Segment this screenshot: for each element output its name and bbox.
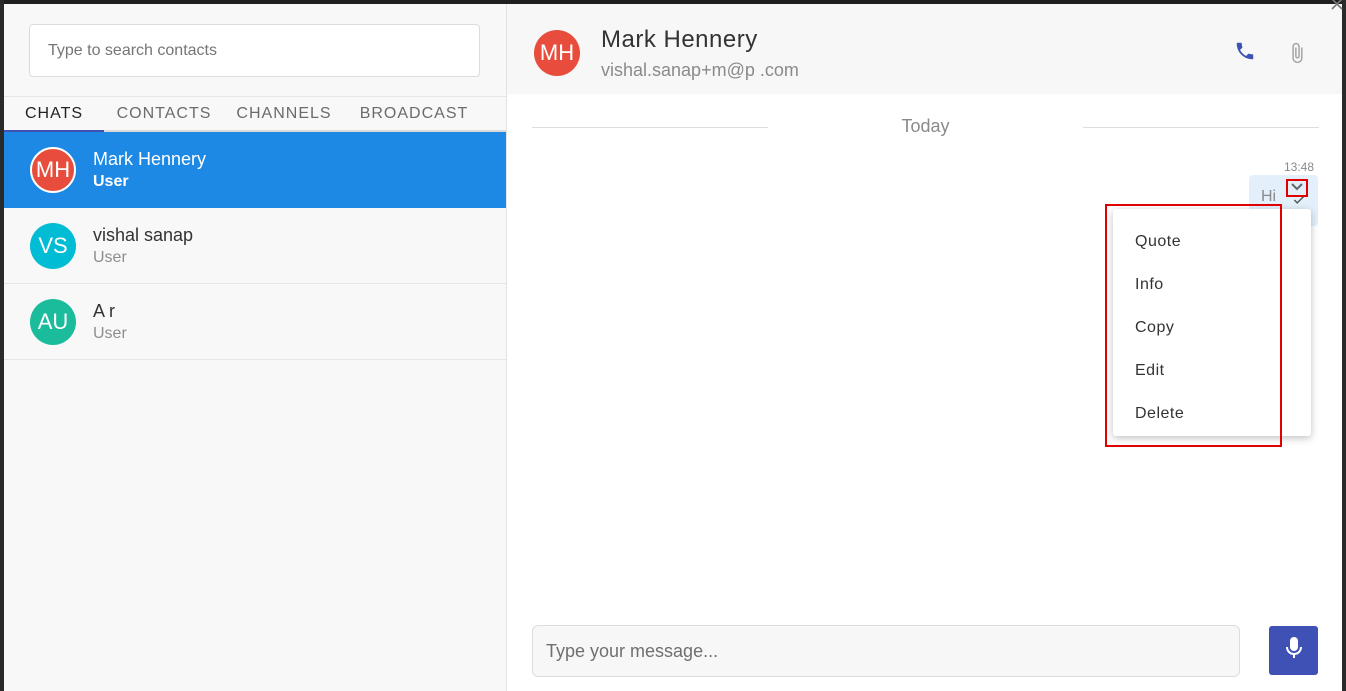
conversation-panel: MH Mark Hennery vishal.sanap+m@p .com To… [507, 4, 1342, 691]
chat-item-text: Mark Hennery User [93, 148, 206, 191]
message-menu-button[interactable] [1286, 179, 1308, 197]
tab-chats[interactable]: CHATS [4, 97, 104, 133]
close-button[interactable] [1320, 0, 1346, 18]
close-icon [1330, 0, 1344, 16]
chat-item-au[interactable]: AU A r User [4, 284, 506, 360]
mic-button[interactable] [1269, 626, 1318, 675]
chat-item-vishal-sanap[interactable]: VS vishal sanap User [4, 208, 506, 284]
chat-item-text: A r User [93, 300, 127, 343]
search-input[interactable] [48, 41, 461, 60]
microphone-icon [1285, 636, 1303, 665]
day-separator: Today [532, 116, 1319, 138]
avatar: MH [30, 146, 76, 193]
window-right-border [1342, 0, 1346, 691]
message-time: 13:48 [1284, 160, 1315, 174]
contact-email: vishal.sanap+m@p .com [601, 60, 799, 80]
chevron-down-icon [1290, 179, 1304, 197]
conversation-header: MH Mark Hennery vishal.sanap+m@p .com [507, 4, 1342, 94]
chat-item-mark-hennery[interactable]: MH Mark Hennery User [4, 132, 506, 208]
phone-icon[interactable] [1234, 40, 1256, 67]
message-text: Hi [1261, 188, 1277, 205]
tab-channels[interactable]: CHANNELS [224, 97, 344, 131]
message-input[interactable] [546, 640, 1226, 662]
menu-item-edit[interactable]: Edit [1135, 362, 1165, 380]
paperclip-icon[interactable] [1286, 40, 1308, 71]
chat-list: MH Mark Hennery User VS vishal sanap Use… [4, 132, 506, 360]
tab-broadcast[interactable]: BROADCAST [344, 97, 484, 131]
avatar: AU [30, 298, 76, 345]
avatar: VS [30, 222, 76, 269]
chat-item-role: User [93, 325, 127, 342]
chat-item-name: vishal sanap [93, 225, 194, 245]
search-box [29, 24, 480, 77]
contact-name: Mark Hennery [601, 26, 758, 53]
tab-contacts[interactable]: CONTACTS [104, 97, 224, 131]
menu-item-info[interactable]: Info [1135, 276, 1164, 294]
chat-item-name: Mark Hennery [93, 149, 207, 169]
message-composer [532, 625, 1240, 677]
message-context-menu: Quote Info Copy Edit Delete [1113, 209, 1311, 436]
sidebar-tabs: CHATS CONTACTS CHANNELS BROADCAST [4, 96, 506, 133]
chat-item-name: A r [93, 301, 116, 321]
day-label: Today [901, 116, 950, 136]
chat-item-role: User [93, 249, 127, 266]
chat-item-text: vishal sanap User [93, 224, 193, 267]
menu-item-quote[interactable]: Quote [1135, 233, 1181, 251]
sidebar: CHATS CONTACTS CHANNELS BROADCAST MH Mar… [4, 4, 507, 691]
menu-item-copy[interactable]: Copy [1135, 319, 1174, 337]
chat-item-role: User [93, 173, 129, 190]
contact-avatar: MH [534, 30, 580, 76]
menu-item-delete[interactable]: Delete [1135, 405, 1184, 423]
chat-app-window: CHATS CONTACTS CHANNELS BROADCAST MH Mar… [0, 0, 1346, 691]
